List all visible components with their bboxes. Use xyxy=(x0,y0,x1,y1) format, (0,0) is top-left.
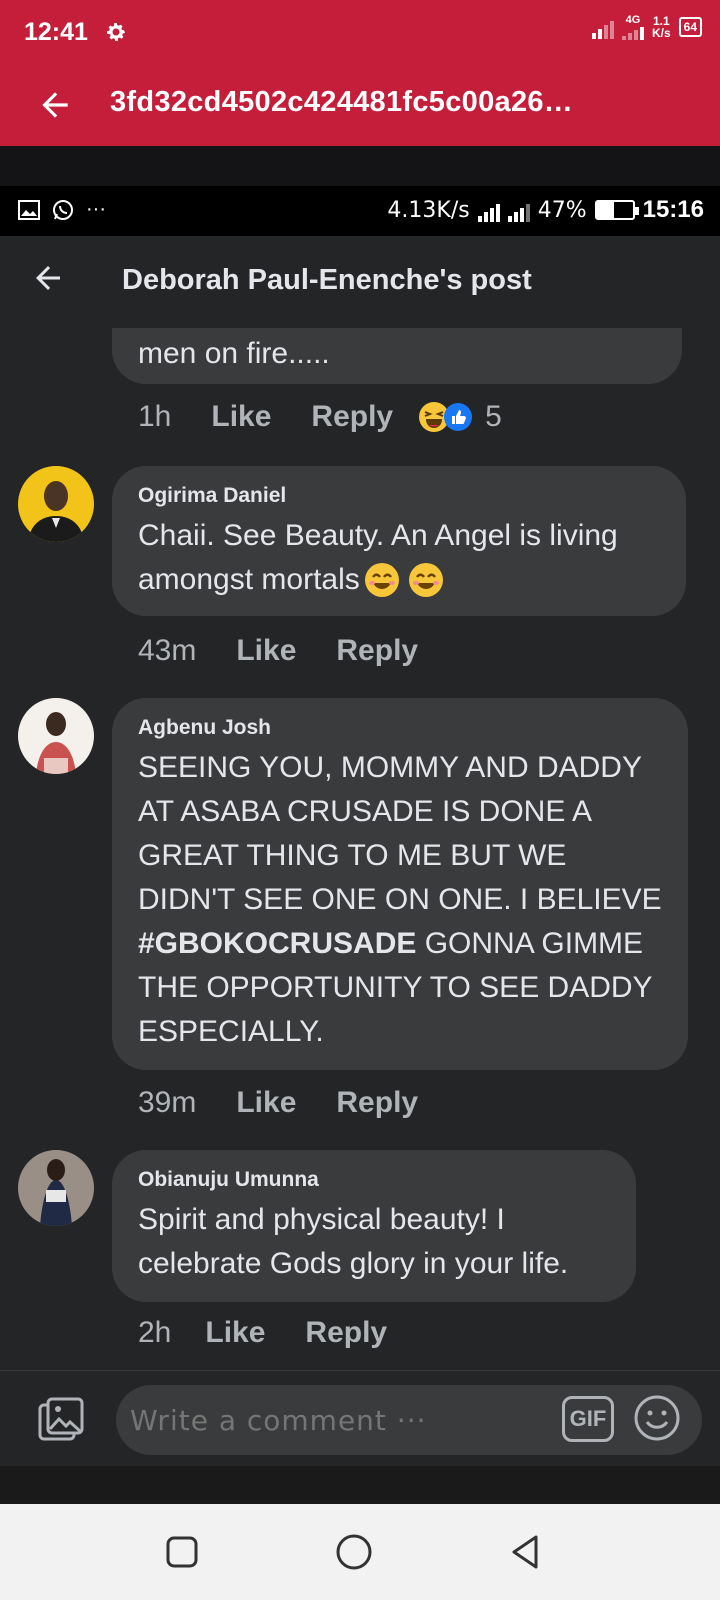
comment-text: Spirit and physical beauty! I celebrate … xyxy=(138,1203,569,1280)
emoji-picker-icon[interactable] xyxy=(632,1393,682,1443)
gallery-icon xyxy=(18,199,40,220)
outer-status-bar: 12:41 4G 1.1 K/s 64 xyxy=(0,0,720,64)
comment-bubble: Ogirima Daniel Chaii. See Beauty. An Ang… xyxy=(112,466,686,616)
inner-status-bar: ··· 4.13K/s 47% 15:16 xyxy=(0,186,720,236)
comment-text: Chaii. See Beauty. An Angel is living am… xyxy=(138,514,660,602)
reply-button[interactable]: Reply xyxy=(311,400,393,434)
system-navigation-bar xyxy=(0,1504,720,1600)
back-triangle-icon[interactable] xyxy=(506,1532,546,1572)
like-reaction-icon xyxy=(444,403,473,431)
outer-clock: 12:41 xyxy=(24,18,88,46)
hashtag-link[interactable]: #GBOKOCRUSADE xyxy=(138,927,416,960)
inner-signal-icon-2 xyxy=(507,198,530,222)
comment-actions: 1h Like Reply 5 xyxy=(138,400,502,434)
comment-bubble: Obianuju Umunna Spirit and physical beau… xyxy=(112,1150,636,1302)
smiling-emoji-icon xyxy=(364,563,399,597)
reaction-count: 5 xyxy=(485,400,502,433)
comment-time: 39m xyxy=(138,1086,197,1119)
home-icon[interactable] xyxy=(334,1532,374,1572)
inner-data-speed: 4.13K/s xyxy=(387,197,470,223)
comment-author[interactable]: Agbenu Josh xyxy=(138,716,662,740)
back-arrow-icon[interactable] xyxy=(36,86,74,124)
comment-author[interactable]: Obianuju Umunna xyxy=(138,1168,610,1192)
like-button[interactable]: Like xyxy=(211,400,271,434)
battery-indicator: 64 xyxy=(678,17,702,37)
avatar[interactable] xyxy=(18,466,94,542)
divider-band xyxy=(0,146,720,186)
comment-composer: GIF xyxy=(0,1370,720,1466)
settings-gear-icon xyxy=(107,23,125,41)
network-type-label: 4G xyxy=(625,14,641,26)
back-arrow-icon[interactable] xyxy=(30,260,66,296)
post-header: Deborah Paul-Enenche's post xyxy=(0,236,720,328)
comments-list[interactable]: men on fire..... 1h Like Reply 5 Ogirima… xyxy=(0,328,720,1370)
user-photo-icon xyxy=(18,698,94,774)
inner-signal-icon xyxy=(477,198,500,222)
whatsapp-icon xyxy=(53,199,73,220)
photo-attach-icon[interactable] xyxy=(36,1395,86,1443)
viewer-toolbar: 3fd32cd4502c424481fc5c00a26… xyxy=(0,64,720,146)
inner-clock: 15:16 xyxy=(642,196,704,223)
gif-button[interactable]: GIF xyxy=(562,1396,614,1442)
divider-band xyxy=(0,1466,720,1504)
comment-actions: 43m Like Reply xyxy=(138,634,418,668)
more-notifications-icon: ··· xyxy=(86,198,106,220)
user-photo-icon xyxy=(18,466,94,542)
inner-battery-percent: 47% xyxy=(537,197,587,223)
avatar[interactable] xyxy=(18,698,94,774)
signal-icon xyxy=(591,15,614,39)
comment-time: 2h xyxy=(138,1316,172,1349)
avatar[interactable] xyxy=(18,1150,94,1226)
data-speed: 1.1 K/s xyxy=(651,14,671,40)
reply-button[interactable]: Reply xyxy=(336,1086,418,1120)
viewer-title: 3fd32cd4502c424481fc5c00a26… xyxy=(110,86,574,118)
comment-time: 43m xyxy=(138,634,197,667)
comment-author[interactable]: Ogirima Daniel xyxy=(138,484,660,508)
reactions-summary[interactable]: 5 xyxy=(417,400,502,434)
comment-input[interactable] xyxy=(116,1385,702,1455)
comment-actions: 39m Like Reply xyxy=(138,1086,418,1120)
reply-button[interactable]: Reply xyxy=(336,634,418,668)
battery-icon xyxy=(594,200,639,220)
recent-apps-icon[interactable] xyxy=(162,1532,202,1572)
comment-text: SEEING YOU, MOMMY AND DADDY AT ASABA CRU… xyxy=(138,751,662,1048)
comment-text: men on fire..... xyxy=(138,337,330,370)
like-button[interactable]: Like xyxy=(236,634,296,668)
user-photo-icon xyxy=(18,1150,94,1226)
like-button[interactable]: Like xyxy=(205,1316,265,1350)
comment-time: 1h xyxy=(138,400,172,433)
comment-bubble: men on fire..... xyxy=(112,328,682,384)
reply-button[interactable]: Reply xyxy=(305,1316,387,1350)
comment-bubble: Agbenu Josh SEEING YOU, MOMMY AND DADDY … xyxy=(112,698,688,1070)
comment-actions: 2h Like Reply xyxy=(138,1316,387,1350)
page-title: Deborah Paul-Enenche's post xyxy=(122,264,532,296)
like-button[interactable]: Like xyxy=(236,1086,296,1120)
smiling-emoji-icon xyxy=(408,563,443,597)
signal-icon-secondary xyxy=(621,26,644,40)
